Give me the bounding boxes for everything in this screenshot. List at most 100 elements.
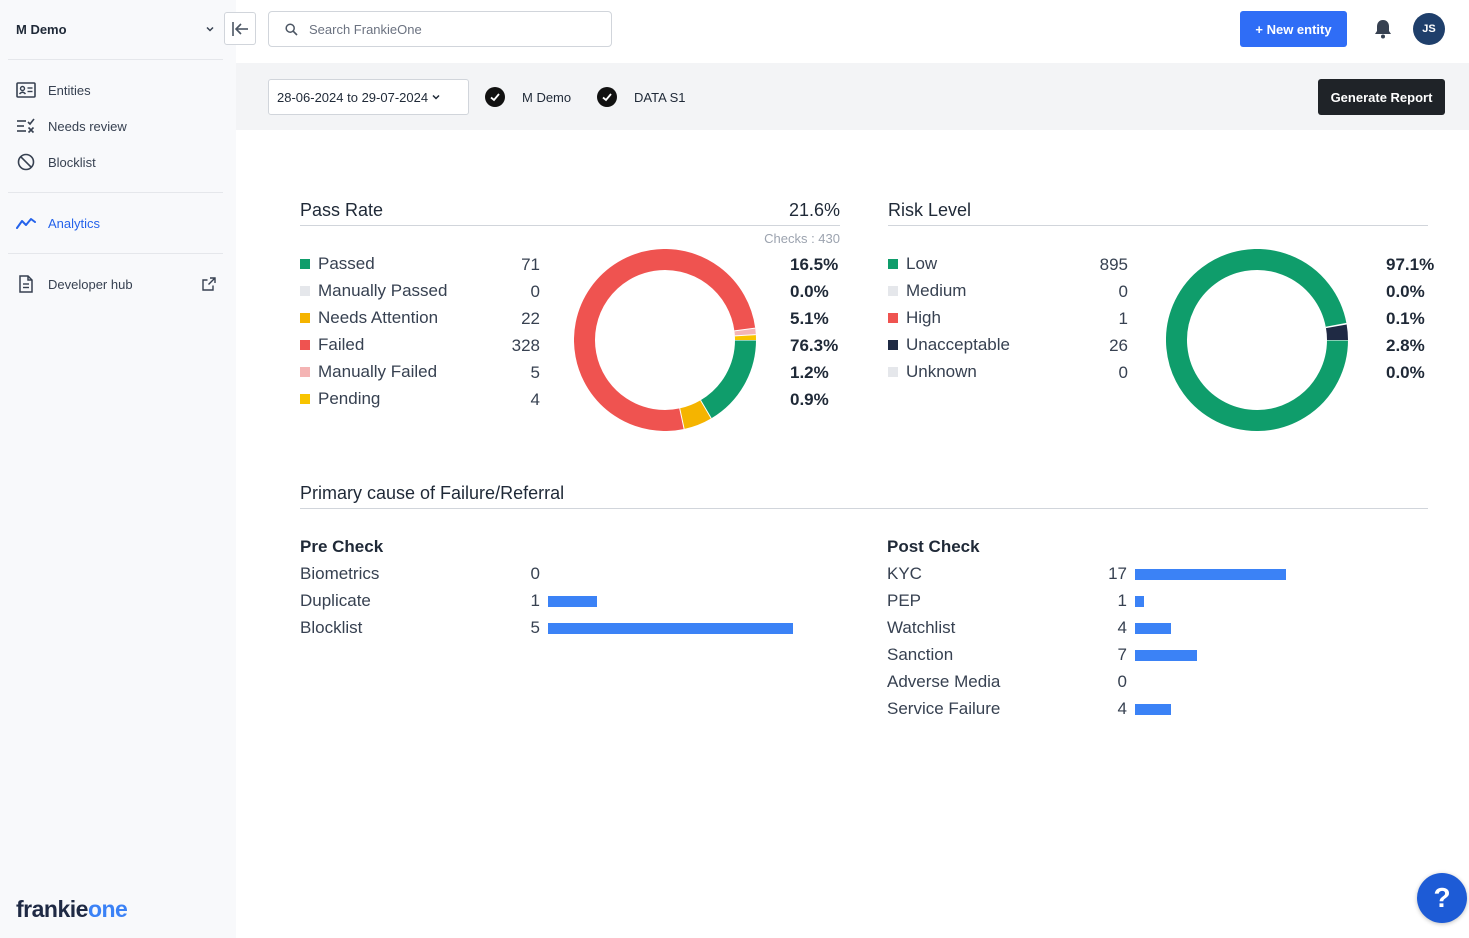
chip-label: M Demo bbox=[522, 89, 572, 105]
legend-label: Medium bbox=[906, 281, 967, 300]
document-icon bbox=[16, 274, 36, 294]
bar-count: 7 bbox=[1117, 645, 1127, 664]
legend-swatch bbox=[300, 259, 310, 269]
divider bbox=[8, 253, 223, 254]
date-range-value: 28-06-2024 to 29-07-2024 bbox=[277, 89, 429, 105]
legend-count: 26 bbox=[1109, 336, 1128, 355]
pass-rate-donut-chart bbox=[574, 249, 756, 431]
bar-duplicate bbox=[548, 596, 597, 607]
donut-segment-passed bbox=[700, 339, 756, 419]
donut-segment-low bbox=[1166, 249, 1348, 431]
search-icon bbox=[285, 22, 298, 36]
nav-label: Developer hub bbox=[48, 276, 133, 292]
nav-blocklist[interactable]: Blocklist bbox=[16, 150, 216, 174]
org-switcher[interactable]: M Demo bbox=[16, 18, 216, 40]
date-range-select[interactable]: 28-06-2024 to 29-07-2024 bbox=[268, 79, 469, 115]
nav-label: Analytics bbox=[48, 215, 101, 231]
legend-percent: 0.0% bbox=[1386, 282, 1425, 301]
legend-swatch bbox=[888, 286, 898, 296]
risk-level-donut-chart bbox=[1166, 249, 1348, 431]
bar-label: PEP bbox=[887, 591, 922, 610]
bar-label: Duplicate bbox=[300, 591, 371, 610]
collapse-arrow-icon bbox=[232, 21, 248, 36]
legend-swatch bbox=[300, 313, 310, 323]
legend-label: Unacceptable bbox=[906, 335, 1010, 354]
legend-label: Failed bbox=[318, 335, 365, 354]
legend-swatch bbox=[300, 367, 310, 377]
legend-label: Manually Passed bbox=[318, 281, 448, 300]
review-list-icon bbox=[16, 116, 36, 136]
chevron-down-icon bbox=[432, 94, 440, 100]
divider bbox=[888, 225, 1428, 226]
legend-percent: 0.1% bbox=[1386, 309, 1425, 328]
checks-count: Checks : 430 bbox=[764, 231, 840, 246]
bar-label: KYC bbox=[887, 564, 922, 583]
bar-count: 0 bbox=[530, 564, 540, 583]
bar-count: 5 bbox=[530, 618, 540, 637]
user-avatar[interactable]: JS bbox=[1413, 13, 1445, 45]
pass-rate-title: Pass Rate bbox=[300, 200, 384, 220]
bar-count: 1 bbox=[530, 591, 540, 610]
legend-label: Low bbox=[906, 254, 938, 273]
donut-segment-manually-failed bbox=[734, 328, 756, 337]
legend-item: Passed bbox=[300, 254, 375, 274]
block-icon bbox=[16, 152, 36, 172]
legend-count: 4 bbox=[530, 390, 540, 409]
bar-kyc bbox=[1135, 569, 1286, 580]
search-input[interactable] bbox=[309, 21, 589, 37]
filter-chip-m-demo[interactable]: M Demo bbox=[485, 87, 571, 107]
brand-logo: frankieone bbox=[16, 896, 128, 922]
legend-count: 5 bbox=[530, 363, 540, 382]
generate-report-button[interactable]: Generate Report bbox=[1318, 79, 1445, 115]
bell-icon[interactable] bbox=[1371, 17, 1395, 41]
nav-analytics[interactable]: Analytics bbox=[16, 211, 216, 235]
legend-label: Pending bbox=[318, 389, 381, 408]
legend-swatch bbox=[888, 340, 898, 350]
failure-section-title: Primary cause of Failure/Referral bbox=[300, 483, 565, 503]
divider bbox=[8, 192, 223, 193]
filter-bar: 28-06-2024 to 29-07-2024 M Demo DATA S1 … bbox=[236, 63, 1469, 130]
bar-label: Watchlist bbox=[887, 618, 956, 637]
new-entity-button[interactable]: + New entity bbox=[1240, 11, 1347, 47]
legend-label: Manually Failed bbox=[318, 362, 438, 381]
divider bbox=[300, 508, 1428, 509]
legend-swatch bbox=[300, 286, 310, 296]
help-button[interactable]: ? bbox=[1417, 873, 1467, 923]
id-card-icon bbox=[16, 80, 36, 100]
post-check-heading: Post Check bbox=[887, 537, 980, 556]
legend-count: 0 bbox=[1118, 282, 1128, 301]
analytics-icon bbox=[16, 213, 36, 233]
chip-label: DATA S1 bbox=[634, 89, 686, 105]
legend-count: 0 bbox=[530, 282, 540, 301]
legend-item: Unacceptable bbox=[888, 335, 1010, 355]
legend-percent: 2.8% bbox=[1386, 336, 1425, 355]
legend-percent: 76.3% bbox=[790, 336, 839, 355]
bar-label: Adverse Media bbox=[887, 672, 1001, 691]
filter-chip-data-s1[interactable]: DATA S1 bbox=[597, 87, 686, 107]
pass-rate-value: 21.6% bbox=[788, 200, 840, 220]
legend-item: Manually Failed bbox=[300, 362, 437, 382]
legend-swatch bbox=[300, 394, 310, 404]
legend-label: Passed bbox=[318, 254, 375, 273]
divider bbox=[300, 225, 840, 226]
nav-entities[interactable]: Entities bbox=[16, 78, 216, 102]
collapse-sidebar-button[interactable] bbox=[224, 12, 256, 45]
legend-swatch bbox=[888, 313, 898, 323]
bar-count: 0 bbox=[1117, 672, 1127, 691]
checkmark-icon bbox=[485, 87, 505, 107]
bar-label: Service Failure bbox=[887, 699, 1001, 718]
legend-swatch bbox=[888, 367, 898, 377]
legend-label: High bbox=[906, 308, 941, 327]
legend-percent: 16.5% bbox=[790, 255, 839, 274]
legend-item: Needs Attention bbox=[300, 308, 438, 328]
legend-item: High bbox=[888, 308, 941, 328]
bar-count: 4 bbox=[1117, 618, 1127, 637]
nav-needs-review[interactable]: Needs review bbox=[16, 114, 216, 138]
legend-percent: 0.9% bbox=[790, 390, 829, 409]
nav-developer-hub[interactable]: Developer hub bbox=[16, 272, 216, 296]
search-box[interactable] bbox=[268, 11, 612, 47]
legend-item: Unknown bbox=[888, 362, 977, 382]
legend-item: Manually Passed bbox=[300, 281, 447, 301]
legend-item: Medium bbox=[888, 281, 966, 301]
legend-percent: 5.1% bbox=[790, 309, 829, 328]
